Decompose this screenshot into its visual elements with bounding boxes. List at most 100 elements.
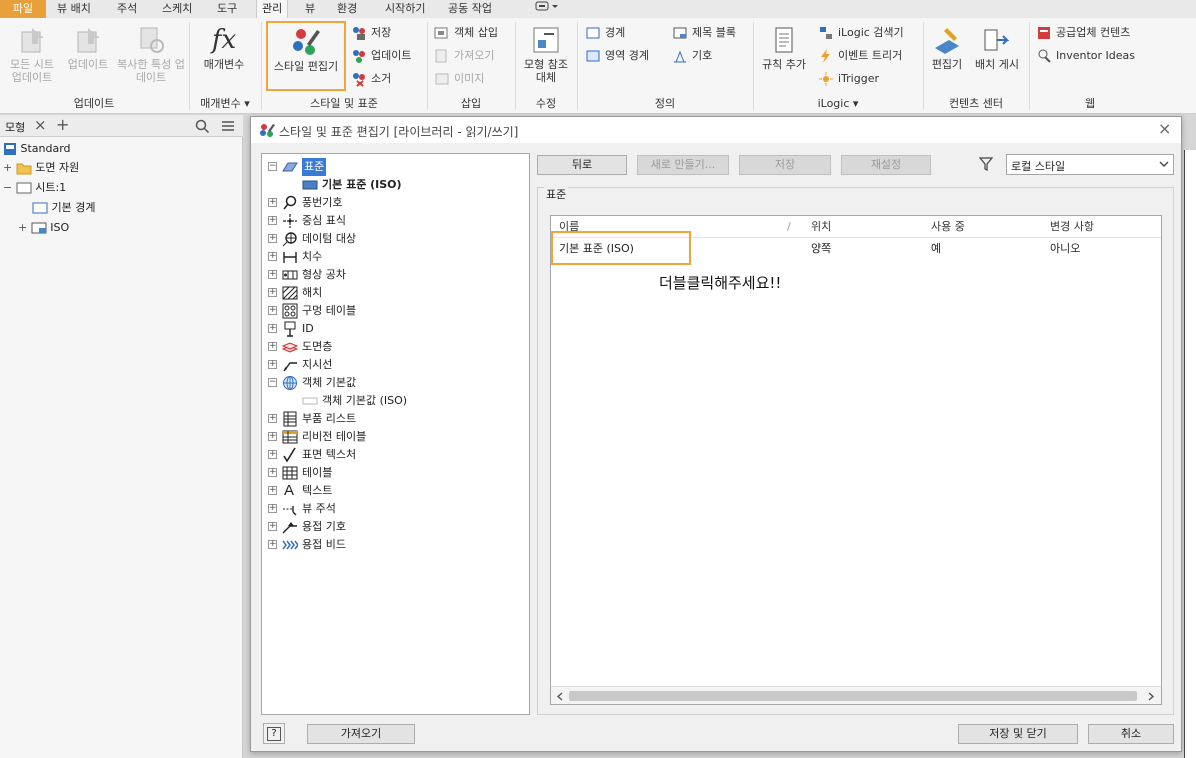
image-button[interactable]: 이미지 [434, 69, 484, 89]
help-icon: ? [267, 727, 281, 741]
menu-bar: 파일 뷰 배치 주석 스케치 도구 관리 뷰 환경 시작하기 공동 작업 [0, 0, 1196, 18]
tab-manage[interactable]: 관리 [256, 0, 289, 18]
search-icon[interactable] [195, 119, 209, 133]
event-triggers-button[interactable]: 이벤트 트리거 [818, 46, 902, 66]
import-button[interactable]: 가져오기 [434, 46, 494, 66]
new-button[interactable]: 새로 만들기... [637, 155, 729, 175]
tab-sketch[interactable]: 스케치 [157, 0, 197, 18]
style-editor-dialog: 스타일 및 표준 편집기 [라이브러리 - 읽기/쓰기] × − 표준 기본 표… [250, 116, 1182, 752]
style-list: 이름 / 위치 사용 중 변경 사항 기본 표준 (ISO) 양쪽 예 아니오 … [550, 215, 1162, 705]
tab-view-layout[interactable]: 뷰 배치 [52, 0, 96, 18]
insert-object-icon [434, 27, 448, 39]
title-block-icon [673, 27, 687, 39]
tree-node-layers[interactable]: + 도면층 [268, 338, 518, 356]
parameters-button[interactable]: fx 매개변수 [194, 24, 254, 71]
close-icon[interactable]: × [1158, 119, 1171, 138]
style-editor-icon [260, 124, 275, 137]
tree-node-center-mark[interactable]: + 중심 표식 [268, 212, 518, 230]
tab-tools[interactable]: 도구 [212, 0, 242, 18]
insert-object-button[interactable]: 객체 삽입 [434, 23, 498, 43]
content-center-editor-button[interactable]: 편집기 [926, 24, 968, 71]
add-tab-icon[interactable]: + [56, 115, 69, 134]
tree-node-leader[interactable]: + 지시선 [268, 356, 518, 374]
tree-node-table[interactable]: + 테이블 [268, 464, 518, 482]
purge-icon [353, 73, 365, 87]
column-header-changes[interactable]: 변경 사항 [1050, 216, 1094, 238]
style-filter-dropdown[interactable]: 로컬 스타일 [1006, 154, 1174, 175]
tree-node-parts-list[interactable]: + 부품 리스트 [268, 410, 518, 428]
cancel-button[interactable]: 취소 [1088, 724, 1174, 744]
styles-purge-button[interactable]: 소거 [351, 69, 391, 89]
supplier-content-button[interactable]: 공급업체 컨텐츠 [1036, 23, 1130, 43]
drawing-icon [4, 143, 16, 155]
group-label-parameters[interactable]: 매개변수 ▾ [190, 95, 260, 113]
copied-properties-icon [140, 27, 164, 53]
tree-node-balloon[interactable]: + 풍번기호 [268, 194, 518, 212]
scrollbar-thumb[interactable] [569, 691, 1137, 701]
tab-collaborate[interactable]: 공동 작업 [443, 0, 497, 18]
browser-node-iso[interactable]: + ISO [18, 219, 69, 237]
save-button[interactable]: 저장 [739, 155, 831, 175]
tree-node-welding-symbol[interactable]: + 용접 기호 [268, 518, 518, 536]
chevron-right-icon[interactable] [1147, 692, 1155, 701]
folder-icon [16, 163, 32, 175]
tab-environments[interactable]: 환경 [332, 0, 362, 18]
browser-node-drawing-resources[interactable]: + 도면 자원 [3, 159, 79, 177]
close-icon[interactable]: × [34, 116, 47, 134]
symbol-button[interactable]: 기호 [672, 46, 712, 66]
border-icon [32, 202, 48, 214]
tree-node-default-standard-iso[interactable]: 기본 표준 (ISO) [302, 176, 522, 194]
update-all-sheets-button[interactable]: 모든 시트 업데이트 [4, 24, 60, 84]
itrigger-button[interactable]: iTrigger [818, 69, 879, 89]
tree-node-object-defaults[interactable]: − 객체 기본값 [268, 374, 518, 392]
browser-node-sheet[interactable]: − 시트:1 [3, 179, 66, 197]
add-rule-button[interactable]: 규칙 추가 [756, 24, 812, 71]
tree-node-id[interactable]: + ID [268, 320, 518, 338]
column-header-location[interactable]: 위치 [811, 216, 831, 238]
title-block-button[interactable]: 제목 블록 [672, 23, 736, 43]
tree-node-standard[interactable]: − 표준 [268, 158, 518, 176]
chevron-left-icon[interactable] [556, 692, 564, 701]
group-label-ilogic[interactable]: iLogic ▾ [754, 95, 922, 113]
import-button[interactable]: 가져오기 [307, 724, 415, 744]
back-button[interactable]: 뒤로 [537, 155, 627, 175]
tab-file[interactable]: 파일 [0, 0, 46, 18]
tree-node-weld-bead[interactable]: + 용접 비드 [268, 536, 518, 554]
horizontal-scrollbar[interactable] [551, 686, 1161, 704]
styles-save-button[interactable]: 저장 [351, 23, 391, 43]
tree-node-datum-target[interactable]: + 데이텀 대상 [268, 230, 518, 248]
save-and-close-button[interactable]: 저장 및 닫기 [958, 724, 1078, 744]
tab-annotate[interactable]: 주석 [112, 0, 142, 18]
tree-node-hatch[interactable]: + 해치 [268, 284, 518, 302]
row-highlight [551, 231, 691, 265]
browser-node-standard[interactable]: Standard [3, 140, 71, 158]
tree-node-object-defaults-iso[interactable]: 객체 기본값 (ISO) [302, 392, 522, 410]
row-changes: 아니오 [1050, 242, 1081, 255]
zone-border-button[interactable]: 영역 경계 [585, 46, 649, 66]
tab-view[interactable]: 뷰 [300, 0, 320, 18]
tree-node-surface-texture[interactable]: + 표면 텍스처 [268, 446, 518, 464]
object-defaults-icon [283, 376, 297, 390]
ilogic-browser-button[interactable]: iLogic 검색기 [818, 23, 904, 43]
column-header-in-use[interactable]: 사용 중 [931, 216, 965, 238]
tree-node-hole-table[interactable]: + 구멍 테이블 [268, 302, 518, 320]
border-button[interactable]: 경계 [585, 23, 625, 43]
tree-node-feature-control-frame[interactable]: + 형상 공차 [268, 266, 518, 284]
browser-tab-model[interactable]: 모형 [5, 119, 25, 135]
batch-publish-button[interactable]: 배치 게시 [970, 24, 1024, 71]
ribbon-display-dropdown[interactable] [530, 0, 564, 18]
tree-node-view-annotation[interactable]: + 뷰 주석 [268, 500, 518, 518]
reset-button[interactable]: 재설정 [841, 155, 931, 175]
update-button[interactable]: 업데이트 [62, 24, 114, 71]
tree-node-revision-table[interactable]: + 리비전 테이블 [268, 428, 518, 446]
styles-update-button[interactable]: 업데이트 [351, 46, 411, 66]
tree-node-text[interactable]: + A 텍스트 [268, 482, 518, 500]
tree-node-dimension[interactable]: + 치수 [268, 248, 518, 266]
browser-node-default-border[interactable]: 기본 경계 [32, 199, 95, 217]
menu-icon[interactable] [221, 120, 235, 132]
tab-get-started[interactable]: 시작하기 [380, 0, 430, 18]
help-button[interactable]: ? [263, 723, 285, 744]
replace-model-reference-button[interactable]: 모형 참조 대체 [518, 24, 574, 84]
update-copied-properties-button[interactable]: 복사한 특성 업데이트 [116, 24, 186, 84]
inventor-ideas-button[interactable]: Inventor Ideas [1036, 46, 1135, 66]
